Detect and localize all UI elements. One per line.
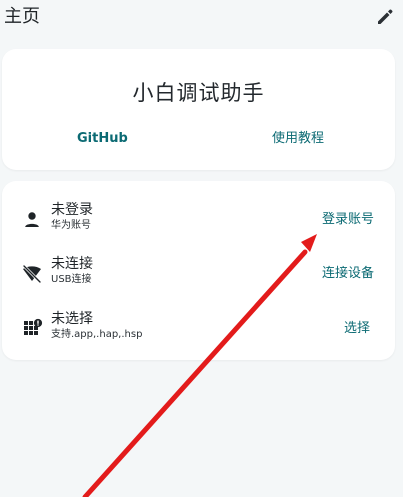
github-link[interactable]: GitHub (77, 128, 128, 150)
account-row: 未登录 华为账号 登录账号 (2, 197, 395, 243)
status-card: 未登录 华为账号 登录账号 未连接 USB连接 连接设备 未选择 支持.app,… (2, 181, 395, 360)
no-signal-icon (21, 263, 43, 285)
page-title: 主页 (4, 6, 40, 27)
device-subtitle: USB连接 (51, 274, 92, 285)
select-package-button[interactable]: 选择 (344, 318, 370, 340)
login-button[interactable]: 登录账号 (322, 209, 374, 231)
account-subtitle: 华为账号 (51, 220, 91, 231)
package-subtitle: 支持.app,.hap,.hsp (51, 329, 143, 340)
apps-alert-icon (21, 318, 43, 340)
top-bar: 主页 (0, 0, 403, 36)
device-status: 未连接 (51, 256, 93, 272)
device-row: 未连接 USB连接 连接设备 (2, 251, 395, 297)
app-info-card: 小白调试助手 GitHub 使用教程 (2, 49, 395, 170)
account-status: 未登录 (51, 202, 93, 218)
app-title: 小白调试助手 (132, 81, 265, 105)
package-row: 未选择 支持.app,.hap,.hsp 选择 (2, 306, 395, 352)
tutorial-link[interactable]: 使用教程 (266, 128, 330, 150)
package-status: 未选择 (51, 311, 93, 327)
connect-device-button[interactable]: 连接设备 (322, 263, 374, 285)
pencil-icon[interactable] (374, 6, 396, 28)
person-icon (21, 209, 43, 231)
